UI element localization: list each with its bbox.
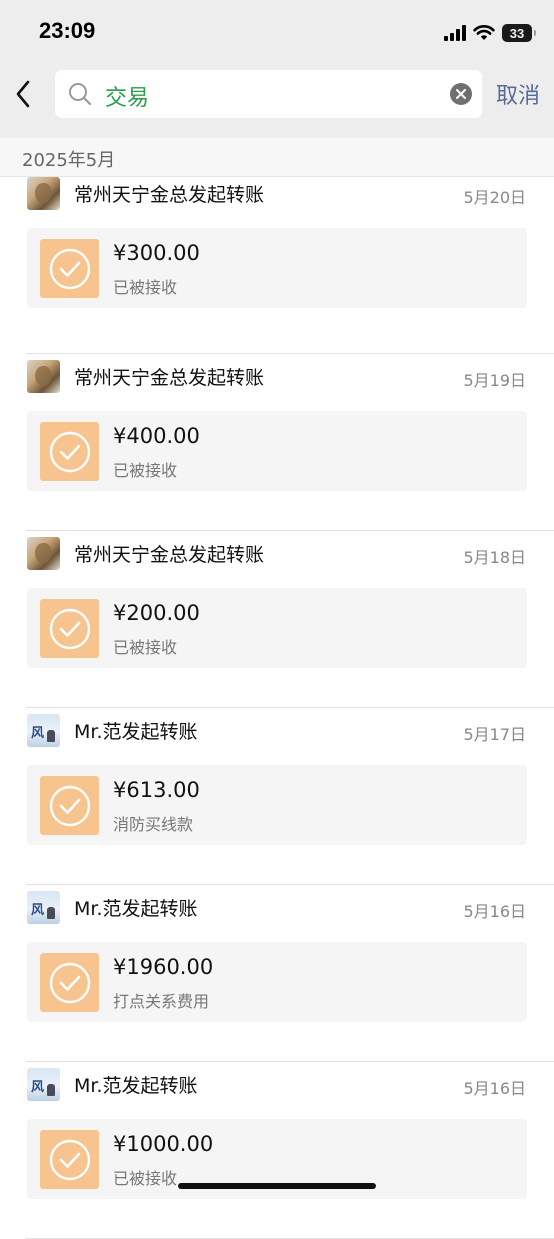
transaction-title: Mr.范发起转账 xyxy=(74,721,198,743)
check-circle-icon xyxy=(49,962,90,1003)
transaction-title: Mr.范发起转账 xyxy=(74,1075,198,1097)
transfer-amount: ¥300.00 xyxy=(113,241,200,265)
transaction-item[interactable]: 常州天宁金总发起转账 5月18日 ¥200.00 已被接收 xyxy=(0,531,554,708)
transaction-date: 5月17日 xyxy=(463,725,526,744)
check-circle-icon xyxy=(49,785,90,826)
transfer-card[interactable]: ¥200.00 已被接收 xyxy=(27,588,527,668)
transaction-date: 5月20日 xyxy=(463,188,526,207)
transfer-icon xyxy=(40,953,99,1012)
transaction-date: 5月19日 xyxy=(463,371,526,390)
search-query: 交易 xyxy=(105,86,150,111)
sender-avatar[interactable] xyxy=(27,360,60,393)
check-circle-icon xyxy=(49,608,90,649)
search-input[interactable]: 交易 xyxy=(55,70,482,118)
month-section-header: 2025年5月 xyxy=(0,138,554,177)
search-icon xyxy=(69,83,92,106)
transfer-card[interactable]: ¥400.00 已被接收 xyxy=(27,411,527,491)
transfer-amount: ¥200.00 xyxy=(113,601,200,625)
transaction-date: 5月16日 xyxy=(463,902,526,921)
sender-avatar[interactable] xyxy=(27,891,60,924)
transfer-card[interactable]: ¥300.00 已被接收 xyxy=(27,228,527,308)
transfer-icon xyxy=(40,239,99,298)
battery-icon: 33 xyxy=(502,24,536,42)
transfer-amount: ¥613.00 xyxy=(113,778,200,802)
transfer-note: 已被接收 xyxy=(113,278,178,297)
transaction-item[interactable]: Mr.范发起转账 5月16日 ¥1960.00 打点关系费用 xyxy=(0,885,554,1062)
transfer-card[interactable]: ¥613.00 消防买线款 xyxy=(27,765,527,845)
transaction-date: 5月16日 xyxy=(463,1079,526,1098)
transaction-title: 常州天宁金总发起转账 xyxy=(74,544,265,566)
transfer-note: 已被接收 xyxy=(113,461,178,480)
transfer-icon xyxy=(40,599,99,658)
signal-icon xyxy=(444,25,466,41)
sender-avatar[interactable] xyxy=(27,177,60,210)
back-button[interactable] xyxy=(10,78,36,110)
sender-avatar[interactable] xyxy=(27,537,60,570)
transfer-icon xyxy=(40,1130,99,1189)
transfer-icon xyxy=(40,422,99,481)
check-circle-icon xyxy=(49,1139,90,1180)
battery-level: 33 xyxy=(509,25,525,41)
chevron-left-icon xyxy=(16,80,30,108)
transfer-note: 已被接收 xyxy=(113,638,178,657)
wifi-icon xyxy=(473,25,495,40)
month-label: 2025年5月 xyxy=(22,150,116,171)
transaction-title: 常州天宁金总发起转账 xyxy=(74,184,265,206)
close-icon xyxy=(456,89,466,99)
status-time: 23:09 xyxy=(39,18,96,43)
top-bar: 23:09 33 交易 取消 xyxy=(0,0,554,138)
sender-avatar[interactable] xyxy=(27,1068,60,1101)
transaction-item[interactable]: 常州天宁金总发起转账 5月19日 ¥400.00 已被接收 xyxy=(0,354,554,531)
transfer-note: 已被接收 xyxy=(113,1169,178,1188)
check-circle-icon xyxy=(49,431,90,472)
check-circle-icon xyxy=(49,248,90,289)
transaction-item[interactable]: 常州天宁金总发起转账 5月20日 ¥300.00 已被接收 xyxy=(0,177,554,354)
transfer-amount: ¥1960.00 xyxy=(113,955,214,979)
transfer-note: 打点关系费用 xyxy=(113,992,210,1011)
transaction-item[interactable]: Mr.范发起转账 5月16日 ¥1000.00 已被接收 xyxy=(0,1062,554,1239)
transaction-item[interactable]: Mr.范发起转账 5月17日 ¥613.00 消防买线款 xyxy=(0,708,554,885)
status-icons: 33 xyxy=(444,22,536,44)
transfer-amount: ¥1000.00 xyxy=(113,1132,214,1156)
cancel-button[interactable]: 取消 xyxy=(496,78,540,110)
transfer-card[interactable]: ¥1960.00 打点关系费用 xyxy=(27,942,527,1022)
transfer-amount: ¥400.00 xyxy=(113,424,200,448)
transaction-date: 5月18日 xyxy=(463,548,526,567)
sender-avatar[interactable] xyxy=(27,714,60,747)
clear-search-button[interactable] xyxy=(450,83,472,105)
transaction-title: Mr.范发起转账 xyxy=(74,898,198,920)
transfer-note: 消防买线款 xyxy=(113,815,194,834)
transfer-icon xyxy=(40,776,99,835)
home-indicator[interactable] xyxy=(178,1183,376,1189)
transaction-title: 常州天宁金总发起转账 xyxy=(74,367,265,389)
